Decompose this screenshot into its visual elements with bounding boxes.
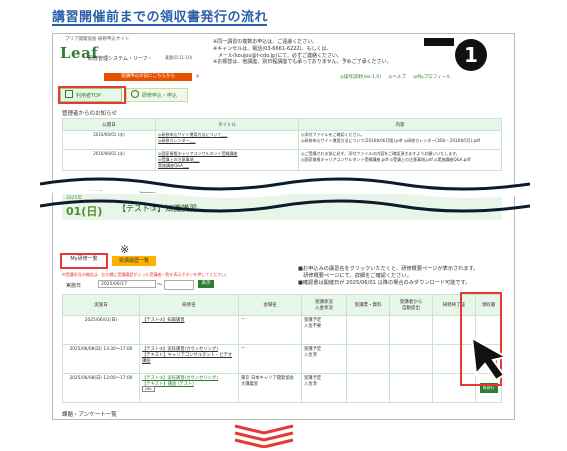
course-status: 受講予定 入金済 xyxy=(301,344,347,374)
notices-table: 公開日 タイトル 内容 2016/06/01 (水) ◎研修申込サイト運用方法に… xyxy=(62,118,502,171)
course-date: 2025/06/01(日) xyxy=(62,315,140,345)
wave-break xyxy=(40,176,530,213)
course-name[interactable]: 【テスト③】実技講習(カウンセリング) 【テキスト】講座 (テスト) xyxy=(142,375,236,387)
course-name[interactable]: 【テスト③】知識講習 xyxy=(139,315,239,345)
col-header: 研修名 xyxy=(139,294,239,316)
col-header: 受講票・資料 xyxy=(346,294,390,316)
note-line: ■お申込みの講習名をクリックいただくと、研修概要ページが表示されます。 xyxy=(298,266,479,272)
col-header: 会場名 xyxy=(238,294,302,316)
filter-date-from[interactable]: 2025/06/17 xyxy=(98,280,156,288)
step-number-badge: 1 xyxy=(455,39,487,71)
course-venue: — xyxy=(238,315,302,345)
col-header: 公開日 xyxy=(62,118,156,131)
col-header: タイトル xyxy=(155,118,299,131)
notice-title[interactable]: ◎研修申込サイト運用方法について___ ◎研修カレンダー___ xyxy=(155,130,299,150)
redacted-user-bar xyxy=(424,38,454,46)
filter-separator: 〜 xyxy=(157,282,163,288)
course-status: 受講予定 入金済 xyxy=(301,373,347,403)
notice-date: 2016/06/01 (水) xyxy=(62,130,156,150)
course-date: 2025/06/08(日) 13:00〜17:00 xyxy=(62,373,140,403)
notice-line: ※お振替は、他講座、別日程講座でも承っておりません。予めご了承ください。 xyxy=(213,59,392,66)
plus-circle-icon xyxy=(131,90,139,98)
col-header: 内容 xyxy=(298,118,502,131)
table-row: 2025/06/08(日) 13:00〜17:00 【テスト③】実技講習(カウン… xyxy=(62,373,502,403)
chevron-down-icon xyxy=(234,424,294,448)
notices-title: 管理者からのお知らせ xyxy=(62,111,117,117)
help-link[interactable]: ◎ヘルプ xyxy=(388,75,405,80)
system-name: 研修管理システム・リーフ・ xyxy=(88,56,153,62)
notice-line: ※キャンセルは、電話(03-6661-6222)、もしくは、 xyxy=(213,45,332,52)
manual-link[interactable]: ◎操作説明(Ver.1.0) xyxy=(340,75,381,80)
notice-line: ※同一講習の複数お申込は、ご遠慮ください。 xyxy=(213,39,318,45)
course-table: 実施日 研修名 会場名 受講状況 入金状況 受講票・資料 受講者から 自動提出 … xyxy=(62,294,502,403)
highlight-box-my-courses xyxy=(60,253,108,269)
tab-history[interactable]: 受講履歴一覧 xyxy=(112,256,156,266)
url-badge[interactable]: URL xyxy=(142,386,155,392)
col-header: 受講者から 自動提出 xyxy=(389,294,433,316)
version-label: 基盤(D:11-10) xyxy=(165,55,193,60)
mouse-cursor-icon xyxy=(470,336,509,382)
col-header: 実施日 xyxy=(62,294,140,316)
tab-label: 研修申込・申込 xyxy=(142,93,178,99)
highlight-box-top-tab xyxy=(58,86,126,104)
profile-link[interactable]: ◎Myプロフィール xyxy=(413,75,450,80)
notice-date: 2016/06/01 (水) xyxy=(62,149,156,171)
course-venue: — xyxy=(238,344,302,374)
course-date: 2025/06/08(日) 13:30〜17:00 xyxy=(62,344,140,374)
course-status: 受講予定 入金不要 xyxy=(301,315,347,345)
notice-title[interactable]: ◎国家資格キャリアコンサルタント受験講座 ◎受講上の注意事項___ 実施講座Q&… xyxy=(155,149,299,171)
pre-apply-button[interactable]: 受講申込の前にこちらから xyxy=(104,73,192,81)
filter-date-to[interactable] xyxy=(164,280,194,290)
filter-show-button[interactable]: 表示 xyxy=(198,280,214,288)
course-venue: 東京 日本キャリア開発協会 大講義室 xyxy=(238,373,302,403)
course-name[interactable]: 【テスト③】実技講習(カウンセリング) 【テキスト】キャリアコンサルタント・ビデ… xyxy=(139,344,239,374)
notice-content[interactable]: ◎添付ファイルをご確認ください。 ◎研修申込サイト運用方法について(2016年0… xyxy=(298,130,502,150)
tab-course-register[interactable]: 研修申込・申込 xyxy=(126,88,188,102)
table-row: 2025/06/01(日) 【テスト③】知識講習 — 受講予定 入金不要 xyxy=(62,315,502,345)
table-row: 2016/06/01 (水) ◎研修申込サイト運用方法について___ ◎研修カレ… xyxy=(62,130,502,150)
col-header: 受講状況 入金状況 xyxy=(301,294,347,316)
cursor-arrow xyxy=(470,336,509,382)
course-name-cell: 【テスト③】実技講習(カウンセリング) 【テキスト】講座 (テスト) URL xyxy=(139,373,239,403)
status-note: ※受講状況の確認は、左の欄に受講履歴が入った受講者一覧を表示ボタンを押してくださ… xyxy=(62,272,230,277)
kome-mark: ※ xyxy=(120,243,130,256)
org-name: ブリア開発協会 研修申込サイト xyxy=(65,37,130,42)
top-links: ◎操作説明(Ver.1.0) ◎ヘルプ ◎Myプロフィール xyxy=(340,74,451,80)
close-icon[interactable]: × xyxy=(195,73,200,80)
chevron-1 xyxy=(234,424,294,435)
note-line: ■確認書は開催日が 2025/06/01 以降の場合のみダウンロード可能です。 xyxy=(298,280,471,287)
wave-line-bottom xyxy=(40,199,530,213)
course-info-note: ■お申込みの講習名をクリックいただくと、研修概要ページが表示されます。 研修概要… xyxy=(298,266,508,287)
notice-content[interactable]: ◎ご受講される前に必ず、添付ファイルの内容をご確認頂きますようお願いいたします。… xyxy=(298,149,502,171)
tasks-survey-title: 課題・アンケート一覧 xyxy=(62,412,117,418)
table-row: 2016/06/01 (水) ◎国家資格キャリアコンサルタント受験講座 ◎受講上… xyxy=(62,149,502,171)
title-underline xyxy=(52,24,267,26)
table-row: 2025/06/08(日) 13:30〜17:00 【テスト③】実技講習(カウン… xyxy=(62,344,502,374)
note-line: 研修概要ページにて、詳細をご確認ください。 xyxy=(298,273,412,280)
header-notice: ※同一講習の複数お申込は、ご遠慮ください。 ※キャンセルは、電話(03-6661… xyxy=(213,39,443,66)
page-title: 講習開催前までの領収書発行の流れ xyxy=(52,10,269,25)
filter-date-label: 実施日 xyxy=(66,283,82,289)
